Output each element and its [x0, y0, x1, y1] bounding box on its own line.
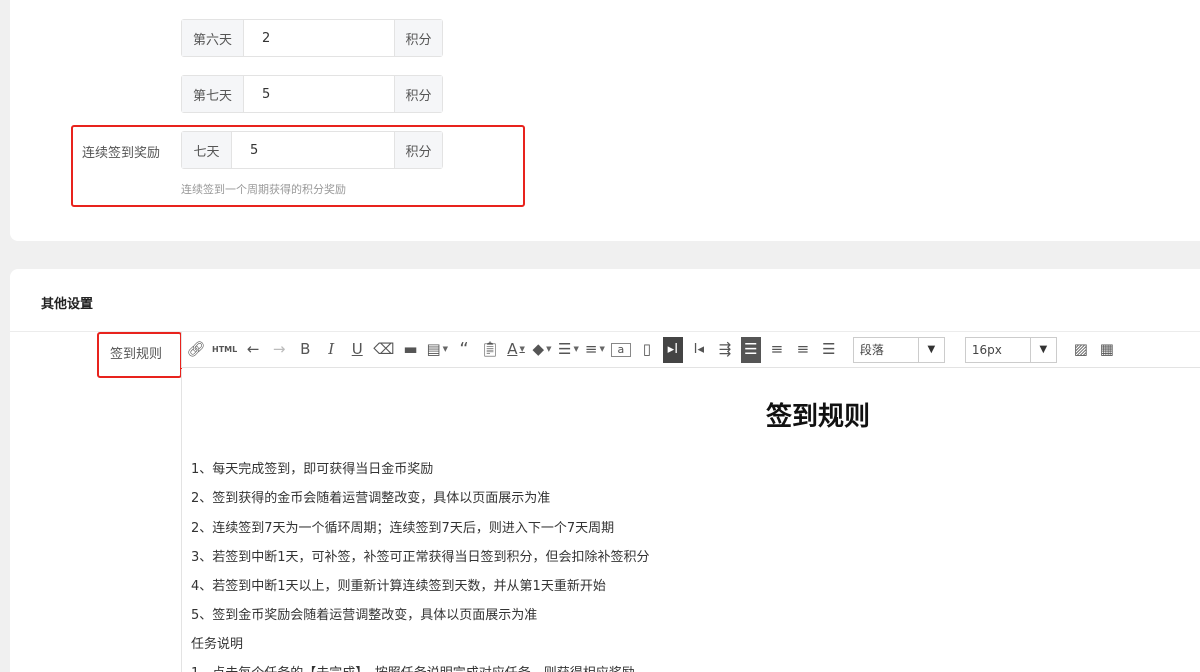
day6-prefix: 第六天: [182, 20, 244, 56]
align-center-icon[interactable]: ≡: [767, 337, 787, 363]
section-title: 其他设置: [41, 297, 94, 312]
editor-line: 1、点击每个任务的【去完成】，按照任务说明完成对应任务，则获得相应奖励: [191, 662, 635, 672]
undo-icon[interactable]: ←: [243, 337, 263, 363]
indent-left-icon[interactable]: I◂: [689, 337, 709, 363]
fontsize-select[interactable]: 16px ▼: [964, 336, 1057, 363]
editor-heading: 签到规则: [766, 402, 871, 432]
block-format-icon[interactable]: ▤ ▼: [426, 337, 448, 363]
insert-table-icon[interactable]: ▦: [1097, 337, 1117, 363]
align-justify-icon[interactable]: ☰: [819, 337, 839, 363]
bold-icon[interactable]: B: [295, 337, 315, 363]
ordered-list-icon[interactable]: ☰ ▼: [558, 337, 579, 363]
day7-prefix: 第七天: [182, 76, 244, 112]
background-color-icon[interactable]: ◆ ▼: [532, 337, 552, 363]
insert-image-icon[interactable]: ▨: [1071, 337, 1091, 363]
day7-reward-input[interactable]: 5: [244, 76, 394, 112]
editor-line: 4、若签到中断1天以上，则重新计算连续签到天数，并从第1天重新开始: [191, 579, 606, 594]
rich-text-editor[interactable]: 签到规则 1、每天完成签到，即可获得当日金币奖励 2、签到获得的金币会随着运营调…: [181, 369, 1200, 672]
editor-toolbar: 🔗︎ HTML ← → B I U ⌫ ▬ ▤ ▼ “ 📋︎ A ▼ ◆ ▼ ☰ ▼ ≡…: [181, 332, 1200, 368]
highlight-box-rules: [97, 332, 182, 378]
text-direction-icon[interactable]: ⇶: [715, 337, 735, 363]
day7-reward-field: 第七天 5 积分: [181, 75, 443, 113]
link-icon[interactable]: 🔗︎: [186, 337, 206, 363]
fontsize-select-value: 16px: [971, 342, 1002, 357]
paste-icon[interactable]: 📋︎: [480, 337, 500, 363]
redo-icon[interactable]: →: [269, 337, 289, 363]
chevron-down-icon: ▼: [917, 337, 944, 362]
editor-line: 3、若签到中断1天，可补签，补签可正常获得当日签到积分，但会扣除补签积分: [191, 550, 650, 565]
chevron-down-icon: ▼: [1029, 337, 1056, 362]
document-icon[interactable]: ▯: [637, 337, 657, 363]
indent-right-icon[interactable]: ▸I: [662, 336, 683, 363]
day6-reward-input[interactable]: 2: [244, 20, 394, 56]
underline-icon[interactable]: U: [347, 337, 367, 363]
html-button[interactable]: HTML: [212, 337, 237, 363]
align-left-icon[interactable]: ☰: [740, 336, 761, 363]
quote-icon[interactable]: “: [454, 337, 474, 363]
template-icon[interactable]: a: [610, 342, 631, 357]
editor-line: 1、每天完成签到，即可获得当日金币奖励: [191, 462, 434, 477]
font-color-icon[interactable]: A ▼: [506, 337, 526, 363]
day6-reward-field: 第六天 2 积分: [181, 19, 443, 57]
paragraph-select[interactable]: 段落 ▼: [852, 336, 945, 363]
format-brush-icon[interactable]: ▬: [400, 337, 420, 363]
eraser-icon[interactable]: ⌫: [373, 337, 394, 363]
unordered-list-icon[interactable]: ≡ ▼: [585, 337, 605, 363]
align-right-icon[interactable]: ≡: [793, 337, 813, 363]
editor-line: 任务说明: [191, 637, 244, 652]
highlight-box-streak: [71, 125, 525, 207]
italic-icon[interactable]: I: [321, 337, 341, 363]
paragraph-select-value: 段落: [859, 343, 884, 357]
editor-line: 5、签到金币奖励会随着运营调整改变，具体以页面展示为准: [191, 608, 538, 623]
day7-suffix: 积分: [394, 76, 442, 112]
editor-line: 2、连续签到7天为一个循环周期；连续签到7天后，则进入下一个7天周期: [191, 521, 615, 536]
editor-line: 2、签到获得的金币会随着运营调整改变，具体以页面展示为准: [191, 491, 551, 506]
day6-suffix: 积分: [394, 20, 442, 56]
